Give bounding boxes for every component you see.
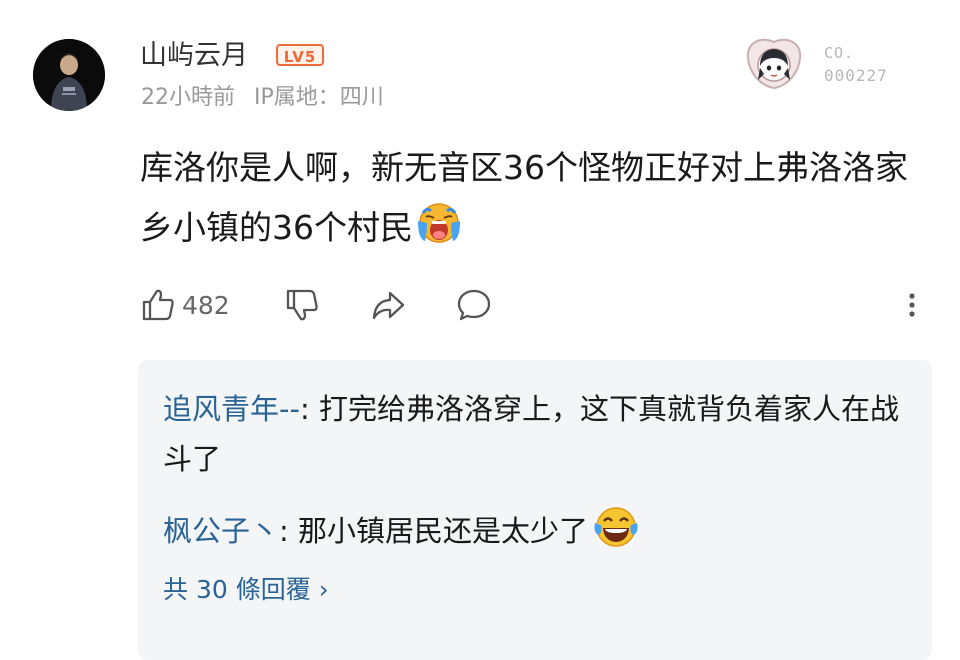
ip-location: IP属地：四川 <box>254 85 384 110</box>
comment-text: 库洛你是人啊，新无音区36个怪物正好对上弗洛洛家乡小镇的36个村民 <box>140 148 908 247</box>
reply-text: 那小镇居民还是太少了 <box>298 514 589 548</box>
comment-body: 库洛你是人啊，新无音区36个怪物正好对上弗洛洛家乡小镇的36个村民 <box>140 138 920 258</box>
dislike-button[interactable] <box>284 283 320 327</box>
share-button[interactable] <box>370 283 406 327</box>
more-options-button[interactable] <box>900 283 924 327</box>
like-button[interactable]: 482 <box>140 283 230 327</box>
comment-timestamp: 22小時前 <box>141 85 235 110</box>
share-arrow-icon <box>370 287 406 323</box>
crying-emoji-icon <box>415 199 463 247</box>
like-count: 482 <box>182 290 230 320</box>
reply-username[interactable]: 枫公子丶 <box>163 514 279 548</box>
comment-username[interactable]: 山屿云月 <box>140 38 248 74</box>
reply-item[interactable]: 枫公子丶: 那小镇居民还是太少了 <box>163 503 903 556</box>
comment-actions: 482 <box>140 283 930 327</box>
reply-item[interactable]: 追风青年--: 打完给弗洛洛穿上，这下真就背负着家人在战斗了 <box>163 384 903 484</box>
replies-panel: 追风青年--: 打完给弗洛洛穿上，这下真就背负着家人在战斗了 枫公子丶: 那小镇… <box>138 360 932 660</box>
more-vertical-icon <box>900 287 924 323</box>
reply-username[interactable]: 追风青年-- <box>163 392 300 426</box>
reply-button[interactable] <box>456 283 492 327</box>
user-avatar[interactable] <box>33 39 105 111</box>
view-more-replies-link[interactable]: 共 30 條回覆 › <box>163 570 329 610</box>
collectible-label: CO. <box>824 44 855 62</box>
comment-bubble-icon <box>456 287 492 323</box>
thumbs-up-icon <box>140 287 176 323</box>
comment-meta: 22小時前 IP属地：四川 <box>141 83 384 113</box>
avatar-decoration-icon[interactable] <box>742 36 806 92</box>
reply-separator: : <box>299 392 319 426</box>
thumbs-down-icon <box>284 287 320 323</box>
level-badge: LV5 <box>276 44 324 66</box>
collectible-number: 000227 <box>824 66 888 85</box>
reply-separator: : <box>279 514 299 548</box>
laughing-tears-emoji-icon <box>592 503 640 551</box>
